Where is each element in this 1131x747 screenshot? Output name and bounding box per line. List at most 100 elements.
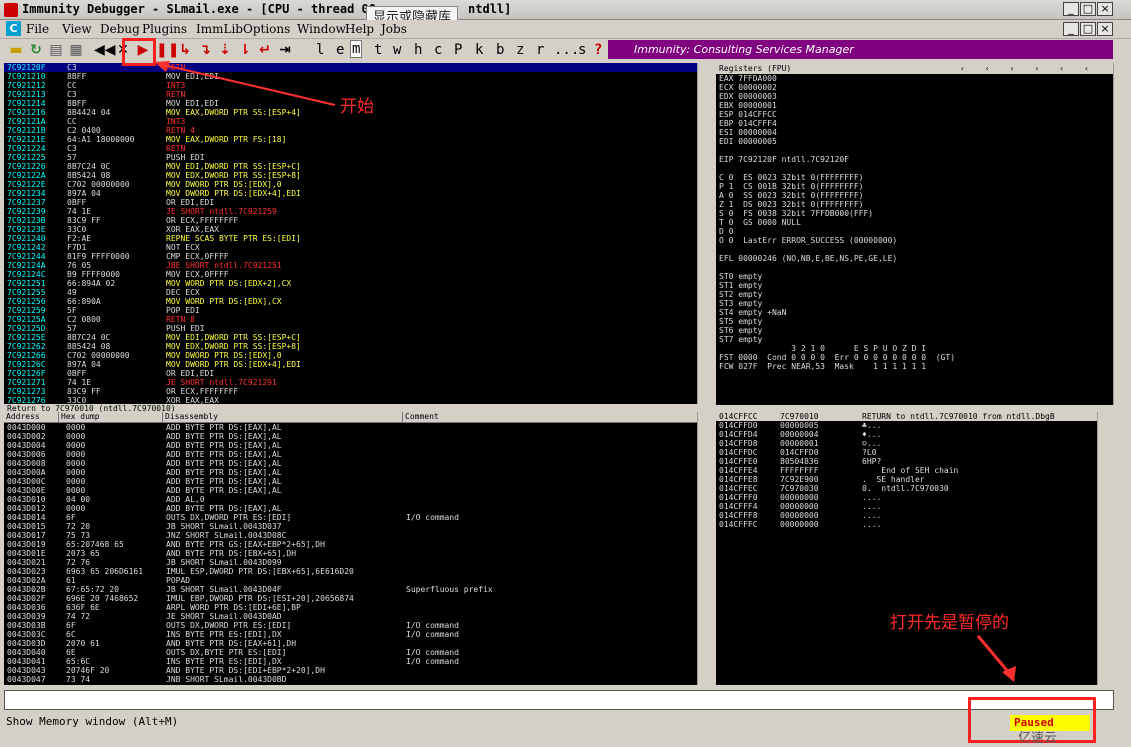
register-line[interactable]: P 1 CS 001B 32bit 0(FFFFFFFF) <box>716 182 1113 191</box>
register-line[interactable] <box>716 245 1113 254</box>
register-line[interactable]: ST6 empty <box>716 326 1113 335</box>
dump-row[interactable]: 0043D02A 61 POPAD <box>4 576 697 585</box>
disasm-row[interactable]: 7C921256 66:890A MOV WORD PTR DS:[EDX],CX <box>4 297 697 306</box>
register-line[interactable]: EAX 7FFDA000 <box>716 74 1113 83</box>
register-line[interactable]: FCW 027F Prec NEAR,53 Mask 1 1 1 1 1 1 <box>716 362 1113 371</box>
register-line[interactable]: C 0 ES 0023 32bit 0(FFFFFFFF) <box>716 173 1113 182</box>
disasm-row[interactable]: 7C921251 66:894A 02 MOV WORD PTR DS:[EDX+2… <box>4 279 697 288</box>
menu-jobs[interactable]: Jobs <box>381 22 407 36</box>
dump-row[interactable]: 0043D015 72 20 JB SHORT SLmail.0043D037 <box>4 522 697 531</box>
disasm-row[interactable]: 7C92123B 83C9 FF OR ECX,FFFFFFFF <box>4 216 697 225</box>
toolbar-handles[interactable]: h <box>414 42 422 58</box>
register-line[interactable]: EFL 00000246 (NO,NB,E,BE,NS,PE,GE,LE) <box>716 254 1113 263</box>
toolbar-patches[interactable]: P <box>454 42 462 58</box>
close-button[interactable]: × <box>1097 2 1113 16</box>
register-line[interactable] <box>716 164 1113 173</box>
disasm-row[interactable]: 7C921266 C702 00000000 MOV DWORD PTR DS:[E… <box>4 351 697 360</box>
disasm-row[interactable]: 7C921244 81F9 FFFF0000 CMP ECX,0FFFF <box>4 252 697 261</box>
register-line[interactable]: ST2 empty <box>716 290 1113 299</box>
menu-window[interactable]: Window <box>297 22 346 36</box>
toolbar-windows[interactable]: w <box>393 42 401 58</box>
dump-row[interactable]: 0043D03D 2070 61 AND BYTE PTR DS:[EAX+61],… <box>4 639 697 648</box>
dump-row[interactable]: 0043D041 65:6C INS BYTE PTR ES:[EDI],DX I/O… <box>4 657 697 666</box>
menu-options[interactable]: Options <box>243 22 290 36</box>
register-line[interactable]: 3 2 1 0 E S P U O Z D I <box>716 344 1113 353</box>
register-line[interactable] <box>716 146 1113 155</box>
dump-col-hex[interactable]: Hex dump <box>59 412 163 423</box>
disasm-row[interactable]: 7C921210 8BFF MOV EDI,EDI <box>4 72 697 81</box>
toolbar-breakpoints[interactable]: b <box>496 42 504 58</box>
disasm-row[interactable]: 7C921234 897A 04 MOV DWORD PTR DS:[EDX+4],… <box>4 189 697 198</box>
stack-row[interactable]: 014CFFE0 80504836 6HP? <box>716 457 1097 466</box>
dump-row[interactable]: 0043D002 0000 ADD BYTE PTR DS:[EAX],AL <box>4 432 697 441</box>
stack-row[interactable]: 014CFFDC 014CFFD0 ?L0 <box>716 448 1097 457</box>
minimize-button[interactable]: _ <box>1063 2 1079 16</box>
dump-row[interactable]: 0043D021 72 76 JB SHORT SLmail.0043D099 <box>4 558 697 567</box>
disasm-row[interactable]: 7C921224 C3 RETN <box>4 144 697 153</box>
register-line[interactable]: T 0 GS 0000 NULL <box>716 218 1113 227</box>
disasm-row[interactable]: 7C921240 F2:AE REPNE SCAS BYTE PTR ES:[EDI… <box>4 234 697 243</box>
dump-col-address[interactable]: Address <box>4 412 59 423</box>
stack-row[interactable]: 014CFFFC 00000000.... <box>716 520 1097 529</box>
register-line[interactable]: EDX 00000003 <box>716 92 1113 101</box>
help-icon[interactable]: ? <box>594 42 602 58</box>
register-line[interactable]: ECX 00000002 <box>716 83 1113 92</box>
rewind-icon[interactable]: ◀◀ <box>94 41 116 59</box>
list-icon[interactable]: ▤ <box>48 41 64 59</box>
disasm-row[interactable]: 7C921239 74 1E JE SHORT ntdll.7C921259 <box>4 207 697 216</box>
stack-row[interactable]: 014CFFD0 00000005 ♣... <box>716 421 1097 430</box>
dump-row[interactable]: 0043D00E 0000 ADD BYTE PTR DS:[EAX],AL <box>4 486 697 495</box>
dump-row[interactable]: 0043D00C 0000 ADD BYTE PTR DS:[EAX],AL <box>4 477 697 486</box>
disasm-row[interactable]: 7C92121E 64:A1 18000000 MOV EAX,DWORD PTR … <box>4 135 697 144</box>
disasm-row[interactable]: 7C92122E C702 00000000 MOV DWORD PTR DS:[E… <box>4 180 697 189</box>
disasm-row[interactable]: 7C92121A CC INT3 <box>4 117 697 126</box>
register-line[interactable]: S 0 FS 0038 32bit 7FFDB000(FFF) <box>716 209 1113 218</box>
dump-pane[interactable]: 0043D000 0000 ADD BYTE PTR DS:[EAX],AL 0043… <box>4 423 697 685</box>
registers-scrollbar[interactable] <box>1113 63 1126 405</box>
dump-row[interactable]: 0043D000 0000 ADD BYTE PTR DS:[EAX],AL <box>4 423 697 432</box>
consulting-banner[interactable]: Immunity: Consulting Services Manager <box>608 40 1113 59</box>
menu-help[interactable]: Help <box>345 22 374 36</box>
disasm-row[interactable]: 7C921225 57 PUSH EDI <box>4 153 697 162</box>
register-line[interactable]: ESP 014CFFCC <box>716 110 1113 119</box>
toolbar-memory-map[interactable]: m <box>350 40 363 58</box>
toolbar-references[interactable]: r <box>536 42 544 58</box>
dump-row[interactable]: 0043D023 6963 65 206D6161 IMUL ESP,DWORD P… <box>4 567 697 576</box>
stack-pane[interactable]: 014CFFCC 7C970010 RETURN to ntdll.7C970010… <box>716 412 1097 685</box>
toolbar-run-trace[interactable]: ... <box>554 42 579 58</box>
disasm-row[interactable]: 7C92122A 8B5424 08 MOV EDX,DWORD PTR SS:[E… <box>4 171 697 180</box>
dump-row[interactable]: 0043D017 75 73 JNZ SHORT SLmail.0043D08C <box>4 531 697 540</box>
disasm-row[interactable]: 7C921262 8B5424 08 MOV EDX,DWORD PTR SS:[E… <box>4 342 697 351</box>
dump-row[interactable]: 0043D02F 696E 20 7468652 IMUL EBP,DWORD PT… <box>4 594 697 603</box>
cpu-window-icon[interactable]: C <box>6 21 21 36</box>
register-line[interactable]: ST3 empty <box>716 299 1113 308</box>
dump-col-comment[interactable]: Comment <box>403 412 700 423</box>
menu-view[interactable]: View <box>62 22 92 36</box>
disasm-row[interactable]: 7C92125D 57 PUSH EDI <box>4 324 697 333</box>
register-line[interactable]: ESI 00000004 <box>716 128 1113 137</box>
dump-row[interactable]: 0043D040 6E OUTS DX,BYTE PTR ES:[EDI] I/O c… <box>4 648 697 657</box>
stack-scrollbar[interactable] <box>1097 412 1110 685</box>
register-line[interactable]: D 0 <box>716 227 1113 236</box>
toolbar-cpu[interactable]: c <box>434 42 442 58</box>
menu-file[interactable]: File <box>26 22 49 36</box>
disasm-row[interactable]: 7C921226 8B7C24 0C MOV EDI,DWORD PTR SS:[E… <box>4 162 697 171</box>
disasm-row[interactable]: 7C92125E 8B7C24 0C MOV EDI,DWORD PTR SS:[E… <box>4 333 697 342</box>
dump-row[interactable]: 0043D01E 2073 65 AND BYTE PTR DS:[EBX+65],… <box>4 549 697 558</box>
dump-row[interactable]: 0043D047 73 74 JNB SHORT SLmail.0043D0BD <box>4 675 697 684</box>
disasm-row[interactable]: 7C92123E 33C0 XOR EAX,EAX <box>4 225 697 234</box>
register-line[interactable]: FST 0000 Cond 0 0 0 0 Err 0 0 0 0 0 0 0 … <box>716 353 1113 362</box>
dump-row[interactable]: 0043D008 0000 ADD BYTE PTR DS:[EAX],AL <box>4 459 697 468</box>
stack-row[interactable]: 014CFFE8 7C92E900 . SE handler <box>716 475 1097 484</box>
dump-row[interactable]: 0043D006 0000 ADD BYTE PTR DS:[EAX],AL <box>4 450 697 459</box>
maximize-button[interactable]: □ <box>1080 2 1096 16</box>
register-line[interactable]: EIP 7C92120F ntdll.7C92120F <box>716 155 1113 164</box>
disasm-row[interactable]: 7C92124C B9 FFFF0000 MOV ECX,0FFFF <box>4 270 697 279</box>
register-line[interactable]: ST1 empty <box>716 281 1113 290</box>
register-line[interactable]: EBP 014CFFF4 <box>716 119 1113 128</box>
dump-scrollbar[interactable] <box>697 412 710 685</box>
disasm-row[interactable]: 7C92126C 897A 04 MOV DWORD PTR DS:[EDX+4],… <box>4 360 697 369</box>
register-line[interactable]: ST4 empty +NaN <box>716 308 1113 317</box>
command-input[interactable] <box>4 690 1114 710</box>
register-line[interactable]: A 0 SS 0023 32bit 0(FFFFFFFF) <box>716 191 1113 200</box>
